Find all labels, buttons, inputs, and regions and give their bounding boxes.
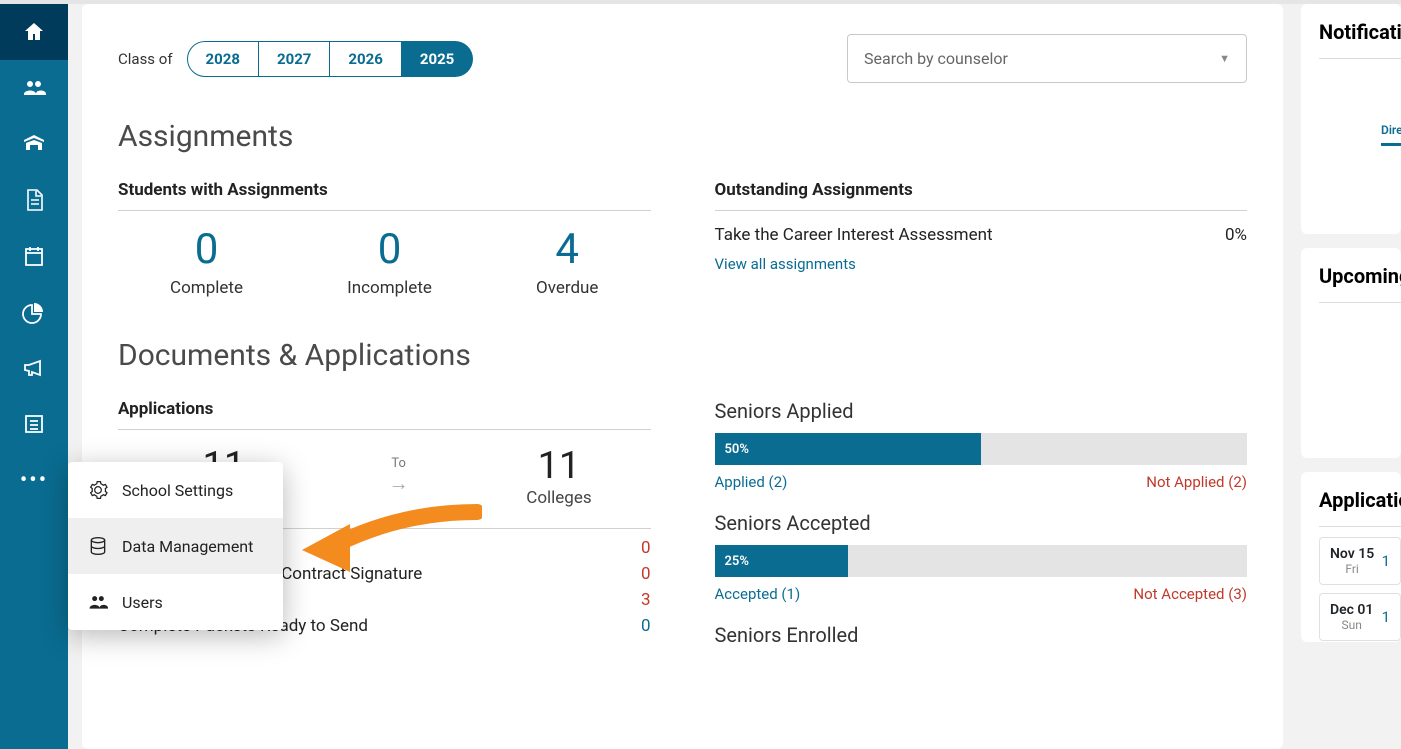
assignments-heading: Assignments [118,119,1247,154]
menu-label: School Settings [122,481,233,500]
tab-2025[interactable]: 2025 [402,41,473,77]
colleges-count-block[interactable]: 11 Colleges [526,444,591,508]
main-dashboard: Class of 2028 2027 2026 2025 Search by c… [82,4,1283,749]
notifications-title: Notifications [1319,20,1401,44]
chevron-down-icon: ▼ [1219,52,1230,65]
application-deadlines-card: Applicatio Nov 15 Fri 1 Dec 01 Sun [1301,472,1401,642]
nav-lists[interactable] [0,396,68,452]
outstanding-assignments-heading: Outstanding Assignments [715,180,1248,211]
list-icon [22,412,46,436]
megaphone-icon [22,356,46,380]
tab-2028[interactable]: 2028 [187,41,259,77]
menu-data-management[interactable]: Data Management [68,518,283,574]
nav-announcements[interactable] [0,340,68,396]
nav-calendar[interactable] [0,228,68,284]
students-with-assignments-heading: Students with Assignments [118,180,651,211]
deadlines-title: Applicatio [1319,488,1401,512]
nav-reports[interactable] [0,284,68,340]
to-label: To [389,456,409,471]
documents-heading: Documents & Applications [118,338,1247,373]
gear-icon [88,480,108,500]
not-applied-link[interactable]: Not Applied (2) [1146,473,1247,491]
nav-schools[interactable] [0,116,68,172]
menu-users[interactable]: Users [68,574,283,630]
users-icon [88,592,108,612]
seniors-applied-bar: 50% [715,433,1248,465]
people-icon [22,76,46,100]
left-nav: ••• [0,4,68,749]
home-icon [22,20,46,44]
menu-school-settings[interactable]: School Settings [68,462,283,518]
counselor-search-placeholder: Search by counselor [864,49,1008,68]
stat-complete[interactable]: 0 Complete [170,225,243,298]
pie-chart-icon [22,300,46,324]
notifications-card: Notifications Dire [1301,4,1401,234]
not-accepted-link[interactable]: Not Accepted (3) [1133,585,1247,603]
notifications-tab[interactable]: Dire [1381,123,1401,146]
menu-label: Users [122,593,163,612]
upcoming-card: Upcoming [1301,248,1401,458]
menu-label: Data Management [122,537,253,556]
arrow-right-icon: → [389,471,409,496]
seniors-accepted-title: Seniors Accepted [715,511,1248,535]
database-icon [88,536,108,556]
school-icon [22,132,46,156]
class-of-label: Class of [118,50,173,68]
view-all-assignments-link[interactable]: View all assignments [715,255,856,273]
calendar-icon [22,244,46,268]
applied-link[interactable]: Applied (2) [715,473,788,491]
seniors-accepted-bar: 25% [715,545,1248,577]
applications-subheading: Applications [118,399,651,430]
outstanding-item-text: Take the Career Interest Assessment [715,225,993,245]
stat-overdue[interactable]: 4 Overdue [536,225,598,298]
ellipsis-icon: ••• [20,468,48,493]
counselor-search-dropdown[interactable]: Search by counselor ▼ [847,34,1247,83]
settings-popover: School Settings Data Management Users [68,462,283,630]
upcoming-title: Upcoming [1319,264,1401,288]
deadline-item[interactable]: Dec 01 Sun 1 [1319,593,1401,641]
class-year-tabs: 2028 2027 2026 2025 [187,41,474,77]
nav-students[interactable] [0,60,68,116]
deadline-item[interactable]: Nov 15 Fri 1 [1319,537,1401,585]
accepted-link[interactable]: Accepted (1) [715,585,801,603]
seniors-applied-title: Seniors Applied [715,399,1248,423]
nav-home[interactable] [0,4,68,60]
document-icon [22,188,46,212]
tab-2027[interactable]: 2027 [259,41,330,77]
outstanding-item-pct: 0% [1225,225,1247,245]
stat-incomplete[interactable]: 0 Incomplete [347,225,432,298]
seniors-enrolled-title: Seniors Enrolled [715,623,1248,647]
nav-documents[interactable] [0,172,68,228]
nav-more[interactable]: ••• [0,452,68,508]
tab-2026[interactable]: 2026 [330,41,401,77]
